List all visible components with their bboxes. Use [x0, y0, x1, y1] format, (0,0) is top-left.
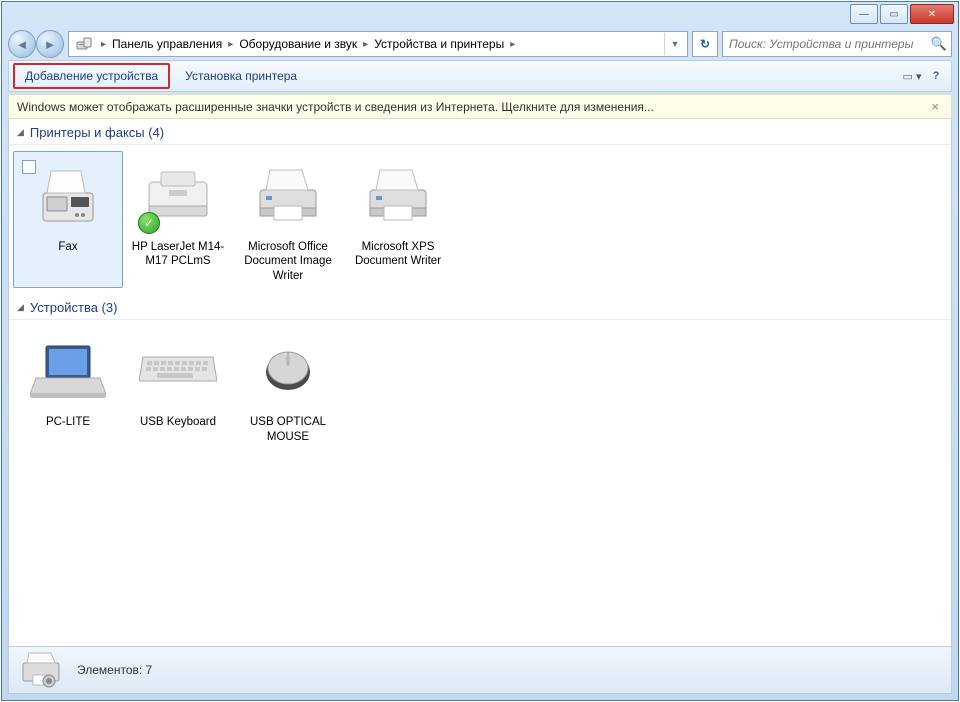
add-printer-button[interactable]: Установка принтера — [174, 64, 308, 88]
printer-icon: ✓ — [128, 156, 228, 236]
device-label: HP LaserJet M14-M17 PCLmS — [128, 240, 228, 269]
status-bar: Элементов: 7 — [8, 646, 952, 694]
group-header-devices[interactable]: ◢ Устройства (3) — [9, 294, 951, 320]
address-dropdown[interactable]: ▾ — [664, 33, 685, 55]
group-items-devices: PC-LITE USB Keyboard — [9, 320, 951, 455]
minimize-button[interactable]: — — [850, 4, 878, 24]
device-item-pc[interactable]: PC-LITE — [13, 326, 123, 449]
laptop-icon — [18, 331, 118, 411]
status-text: Элементов: 7 — [77, 663, 152, 677]
toolbar: Добавление устройства Установка принтера… — [8, 60, 952, 92]
chevron-right-icon: ▸ — [506, 39, 519, 50]
mouse-icon — [238, 331, 338, 411]
device-label: Microsoft Office Document Image Writer — [238, 240, 338, 283]
info-close-button[interactable]: × — [927, 99, 943, 114]
back-button[interactable]: ◄ — [8, 30, 36, 58]
search-icon[interactable]: 🔍 — [931, 36, 947, 52]
help-button[interactable]: ? — [925, 66, 947, 86]
window: — ▭ ✕ ◄ ► ▸ Панель управления ▸ Оборудов… — [1, 1, 959, 701]
device-item-office-writer[interactable]: Microsoft Office Document Image Writer — [233, 151, 343, 288]
device-label: Fax — [18, 240, 118, 254]
view-options-button[interactable]: ▭ ▾ — [901, 66, 923, 86]
maximize-button[interactable]: ▭ — [880, 4, 908, 24]
info-text: Windows может отображать расширенные зна… — [17, 100, 654, 114]
printer-icon — [348, 156, 448, 236]
status-count: 7 — [146, 663, 153, 677]
address-bar[interactable]: ▸ Панель управления ▸ Оборудование и зву… — [68, 31, 688, 57]
search-input[interactable] — [727, 36, 931, 52]
chevron-right-icon: ▸ — [224, 39, 237, 50]
device-item-xps-writer[interactable]: Microsoft XPS Document Writer — [343, 151, 453, 288]
forward-button[interactable]: ► — [36, 30, 64, 58]
device-item-keyboard[interactable]: USB Keyboard — [123, 326, 233, 449]
content-area: ◢ Принтеры и факсы (4) Fax — [8, 119, 952, 650]
device-label: Microsoft XPS Document Writer — [348, 240, 448, 269]
add-device-button[interactable]: Добавление устройства — [13, 63, 170, 89]
printer-icon — [238, 156, 338, 236]
navbar: ◄ ► ▸ Панель управления ▸ Оборудование и… — [8, 28, 952, 60]
breadcrumb-item[interactable]: Устройства и принтеры — [372, 37, 506, 51]
keyboard-icon — [128, 331, 228, 411]
nav-arrows: ◄ ► — [8, 30, 64, 58]
device-label: PC-LITE — [18, 415, 118, 429]
group-items-printers: Fax ✓ HP LaserJet M14-M17 PCLmS — [9, 145, 951, 294]
default-badge-icon: ✓ — [138, 212, 160, 234]
group-header-printers[interactable]: ◢ Принтеры и факсы (4) — [9, 119, 951, 145]
devices-icon — [75, 35, 93, 53]
breadcrumb-item[interactable]: Оборудование и звук — [237, 37, 359, 51]
selection-checkbox[interactable] — [22, 160, 36, 174]
device-item-fax[interactable]: Fax — [13, 151, 123, 288]
group-title: Устройства (3) — [30, 300, 118, 315]
close-button[interactable]: ✕ — [910, 4, 954, 24]
collapse-icon: ◢ — [17, 127, 24, 138]
device-label: USB Keyboard — [128, 415, 228, 429]
collapse-icon: ◢ — [17, 302, 24, 313]
device-item-hp-laserjet[interactable]: ✓ HP LaserJet M14-M17 PCLmS — [123, 151, 233, 288]
group-title: Принтеры и факсы (4) — [30, 125, 164, 140]
breadcrumb-item[interactable]: Панель управления — [110, 37, 224, 51]
info-bar[interactable]: Windows может отображать расширенные зна… — [8, 94, 952, 119]
device-item-mouse[interactable]: USB OPTICAL MOUSE — [233, 326, 343, 449]
status-printer-icon — [19, 651, 63, 689]
refresh-button[interactable]: ↻ — [692, 31, 718, 57]
device-label: USB OPTICAL MOUSE — [238, 415, 338, 444]
chevron-right-icon: ▸ — [359, 39, 372, 50]
chevron-right-icon: ▸ — [97, 39, 110, 50]
fax-icon — [18, 156, 118, 236]
search-box[interactable]: 🔍 — [722, 31, 952, 57]
titlebar: — ▭ ✕ — [2, 2, 958, 28]
status-label: Элементов: — [77, 663, 142, 677]
